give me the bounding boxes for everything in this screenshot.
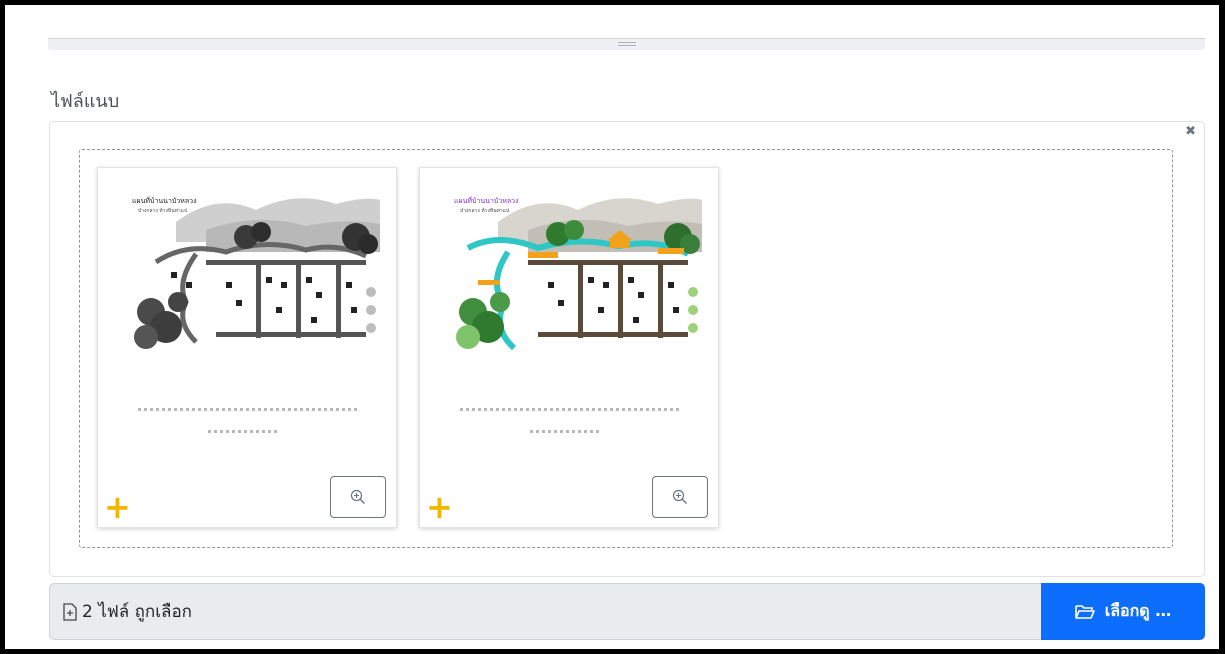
browse-button[interactable]: เลือกดู … xyxy=(1041,583,1205,640)
file-caption: 2 ไฟล์ ถูกเลือก xyxy=(62,584,192,639)
file-preview-panel: ✖ แผนที่บ้านนาบัวหลวง ป่างกลาง ห้างหินท่… xyxy=(49,121,1205,577)
caption-text xyxy=(530,430,600,433)
svg-text:แผนที่บ้านนาบัวหลวง: แผนที่บ้านนาบัวหลวง xyxy=(132,196,197,205)
map-image: แผนที่บ้านนาบัวหลวง ป่างกลาง ห้างหินท่าแ… xyxy=(116,182,380,378)
file-input-group[interactable]: 2 ไฟล์ ถูกเลือก เลือกดู … xyxy=(49,583,1205,640)
drop-zone[interactable]: แผนที่บ้านนาบัวหลวง ป่างกลาง ห้างหินท่าแ… xyxy=(79,149,1173,548)
caption-text xyxy=(208,430,278,433)
plus-icon[interactable]: + xyxy=(104,491,131,523)
zoom-in-icon xyxy=(672,489,687,504)
folder-open-icon xyxy=(1074,604,1095,620)
svg-text:ป่างกลาง ห้างหินท่าแป: ป่างกลาง ห้างหินท่าแป xyxy=(460,207,509,214)
zoom-button[interactable] xyxy=(652,476,708,518)
zoom-button[interactable] xyxy=(330,476,386,518)
caption-text xyxy=(138,408,358,411)
zoom-in-icon xyxy=(350,489,365,504)
file-plus-icon xyxy=(62,602,78,621)
file-thumbnail: แผนที่บ้านนาบัวหลวง ป่างกลาง ห้างหินท่าแ… xyxy=(97,167,397,528)
caption-text xyxy=(460,408,680,411)
plus-icon[interactable]: + xyxy=(426,491,453,523)
svg-text:แผนที่บ้านนาบัวหลวง: แผนที่บ้านนาบัวหลวง xyxy=(454,196,519,205)
svg-text:ป่างกลาง ห้างหินท่าแป: ป่างกลาง ห้างหินท่าแป xyxy=(138,207,187,214)
map-image: แผนที่บ้านนาบัวหลวง ป่างกลาง ห้างหินท่าแ… xyxy=(438,182,702,378)
grip-icon[interactable] xyxy=(617,42,636,46)
browse-label: เลือกดู … xyxy=(1104,601,1172,620)
resize-handle[interactable] xyxy=(48,38,1205,50)
file-count-caption: 2 ไฟล์ ถูกเลือก xyxy=(82,602,192,622)
file-thumbnail: แผนที่บ้านนาบัวหลวง ป่างกลาง ห้างหินท่าแ… xyxy=(419,167,719,528)
remove-icon[interactable]: ✖ xyxy=(1185,124,1196,139)
attachments-label: ไฟล์แนบ xyxy=(51,91,120,112)
